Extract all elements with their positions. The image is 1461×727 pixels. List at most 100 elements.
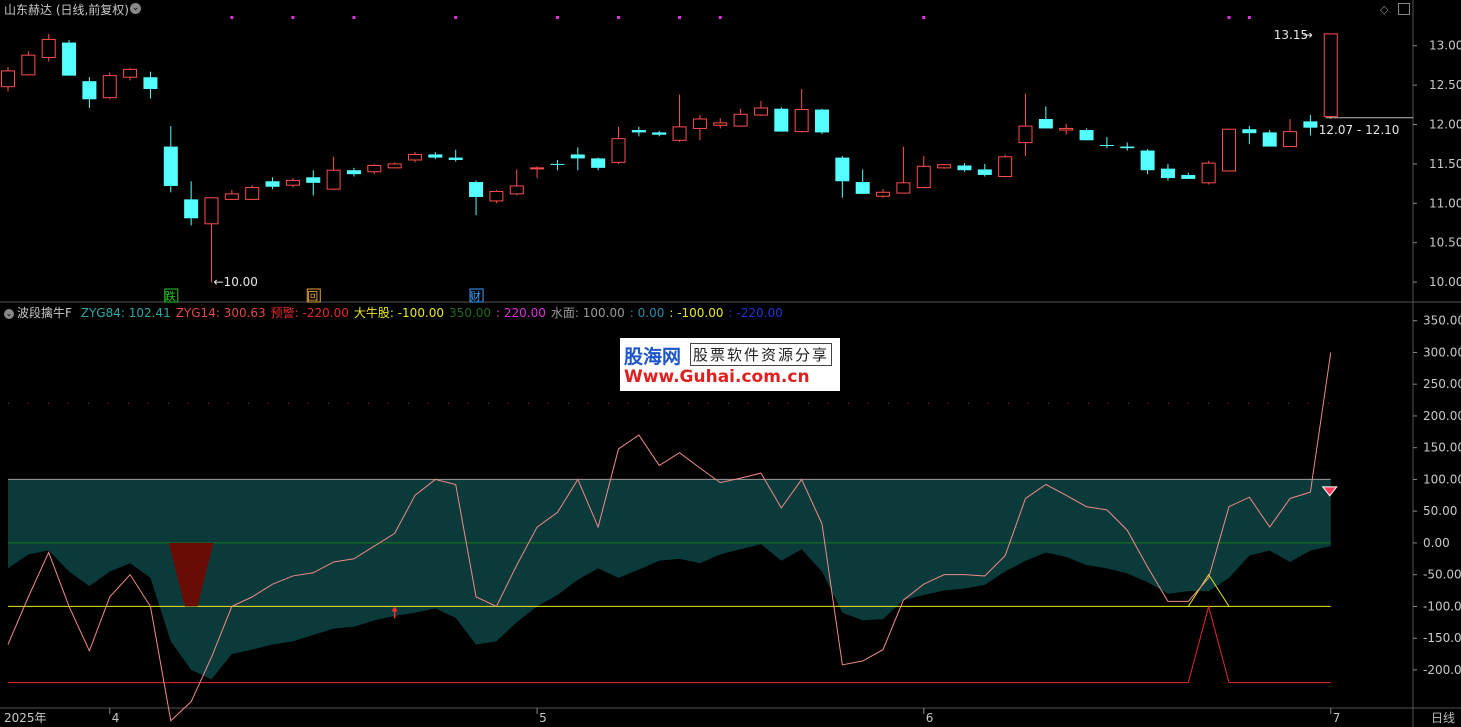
time-label: 7	[1333, 711, 1341, 725]
candle-body	[1, 70, 15, 88]
indicator-tick-label: 350.00	[1423, 314, 1461, 328]
watermark-line3: Www.Guhai.com.cn	[624, 367, 810, 387]
candle-body	[611, 138, 626, 163]
candle-body	[326, 169, 341, 190]
chevron-down-icon[interactable]: ⌄	[130, 3, 141, 14]
indicator-legend: ⌄ 波段擒牛F ZYG84: 102.41 ZYG14: 300.63 预警: -22…	[4, 304, 783, 321]
indicator-item: : -220.00	[728, 306, 783, 320]
stock-title: 山东赫达 (日线,前复权)	[4, 3, 129, 17]
candle-body	[306, 177, 321, 183]
price-tick-label: 12.50	[1429, 78, 1461, 92]
window-toggle-icon[interactable]	[1398, 3, 1410, 15]
signal-dot	[922, 16, 926, 19]
high-arrow: →	[1303, 28, 1313, 42]
indicator-item: ZYG84: 102.41	[80, 306, 171, 320]
signal-dot	[1247, 16, 1251, 19]
candle-body	[1018, 125, 1033, 144]
diamond-icon[interactable]: ◇	[1380, 3, 1388, 16]
candle-body	[1120, 146, 1135, 149]
candle-body	[876, 191, 891, 197]
indicator-menu-icon[interactable]: ⌄	[4, 309, 14, 319]
indicator-tick-label: 50.00	[1423, 504, 1457, 518]
price-tick-label: 11.50	[1429, 157, 1461, 171]
time-label: 6	[926, 711, 934, 725]
candle-body	[530, 167, 545, 170]
time-label: 5	[539, 711, 547, 725]
signal-dot	[1227, 16, 1231, 19]
candle-body	[1160, 168, 1175, 179]
indicator-tick-label: -100.00	[1423, 599, 1461, 613]
price-tick-label: 10.50	[1429, 236, 1461, 250]
candle-body	[82, 81, 97, 100]
time-label: 4	[112, 711, 120, 725]
candle-body	[1283, 131, 1298, 148]
indicator-item: ZYG14: 300.63	[175, 306, 266, 320]
indicator-tick-label: -150.00	[1423, 631, 1461, 645]
candle-body	[896, 182, 911, 194]
candle-body	[143, 77, 158, 90]
candle-body	[672, 126, 687, 141]
candle-body	[469, 182, 484, 198]
candle-body	[652, 132, 667, 135]
candle-body	[815, 109, 829, 133]
candle-body	[285, 179, 300, 186]
signal-label: 财	[470, 289, 481, 303]
price-tick-label: 10.00	[1429, 275, 1461, 289]
candle-body	[387, 163, 402, 169]
candle-body	[1079, 130, 1094, 141]
candle-body	[184, 199, 199, 219]
indicator-item: : 220.00	[496, 306, 546, 320]
candle-body	[570, 154, 585, 159]
price-tick-label: 12.00	[1429, 118, 1461, 132]
indicator-tick-label: -50.00	[1423, 568, 1461, 582]
candle-body	[1262, 132, 1277, 147]
candle-body	[794, 109, 809, 133]
candle-body	[1181, 174, 1196, 179]
candle-body	[774, 108, 789, 132]
watermark-logo: 股海网 股票软件资源分享 Www.Guhai.com.cn	[620, 338, 840, 391]
signal-dot	[352, 16, 356, 19]
candle-body	[1222, 128, 1236, 172]
candle-body	[1059, 127, 1074, 131]
candle-body	[367, 164, 382, 173]
candle-body	[62, 42, 77, 76]
candle-body	[265, 181, 280, 187]
signal-dot	[555, 16, 559, 19]
candle-body	[163, 146, 178, 186]
last-range-label: 12.07 - 12.10	[1319, 123, 1400, 137]
indicator-item: : -100.00	[669, 306, 724, 320]
candle-body	[224, 193, 239, 200]
price-tick-label: 13.00	[1429, 39, 1461, 53]
period-label[interactable]: 日线	[1431, 709, 1455, 726]
indicator-item: 大牛股: -100.00	[353, 306, 445, 320]
indicator-tick-label: 100.00	[1423, 472, 1461, 486]
candle-body	[21, 54, 36, 76]
candle-body	[937, 164, 952, 169]
signal-dot	[454, 16, 458, 19]
indicator-name[interactable]: 波段擒牛F	[17, 306, 72, 320]
candle-body	[204, 197, 219, 225]
zyg84-area	[8, 479, 1331, 680]
signal-dot	[678, 16, 682, 19]
time-label: 2025年	[4, 711, 47, 725]
indicator-item: 350.00	[449, 306, 492, 320]
watermark-line1: 股海网	[624, 346, 682, 368]
candle-body	[631, 130, 646, 133]
candle-body	[550, 163, 565, 165]
candle-body	[408, 153, 422, 161]
candle-body	[1099, 144, 1114, 146]
candle-body	[1038, 118, 1053, 129]
candle-body	[713, 122, 728, 126]
candle-body	[835, 157, 850, 182]
indicator-tick-label: 300.00	[1423, 345, 1461, 359]
candle-body	[41, 38, 56, 59]
candle-body	[692, 118, 707, 129]
indicator-tick-label: 150.00	[1423, 441, 1461, 455]
indicator-tick-label: 250.00	[1423, 377, 1461, 391]
signal-dot	[291, 16, 295, 19]
candle-body	[591, 158, 606, 168]
indicator-tick-label: 0.00	[1423, 536, 1450, 550]
candle-body	[1242, 129, 1257, 134]
indicator-tick-label: 200.00	[1423, 409, 1461, 423]
indicator-item: 预警: -220.00	[270, 306, 349, 320]
